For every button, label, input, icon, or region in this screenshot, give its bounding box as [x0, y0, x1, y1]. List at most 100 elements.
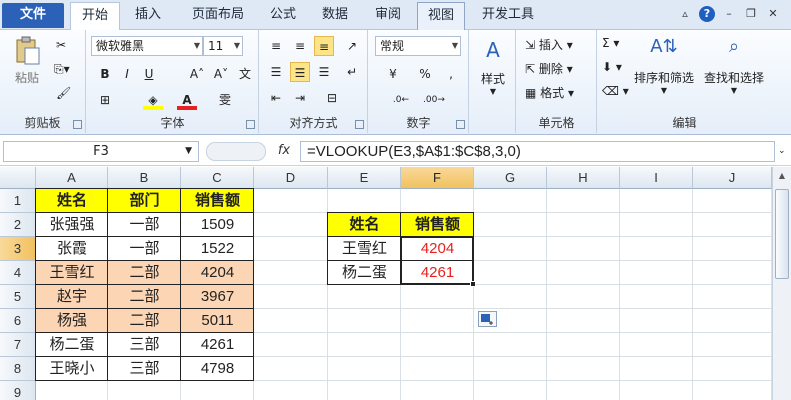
row-header-2[interactable]: 2 — [0, 213, 36, 237]
column-header-i[interactable]: I — [620, 167, 693, 189]
insert-function-button[interactable]: fx — [272, 141, 296, 162]
row-header-6[interactable]: 6 — [0, 309, 36, 333]
scroll-thumb[interactable] — [775, 189, 789, 279]
column-header-a[interactable]: A — [36, 167, 108, 189]
comma-button[interactable]: , — [441, 64, 461, 84]
tab-view[interactable]: 视图 — [417, 2, 465, 30]
decrease-decimal-button[interactable]: .00→ — [423, 90, 445, 110]
column-header-j[interactable]: J — [693, 167, 772, 189]
cell-border — [327, 236, 401, 261]
cell-border — [107, 188, 181, 213]
column-header-g[interactable]: G — [474, 167, 547, 189]
fill-handle[interactable] — [470, 281, 476, 287]
phonetic-button[interactable]: 文 — [235, 64, 255, 84]
close-icon[interactable]: ✕ — [765, 6, 781, 22]
format-cells-button[interactable]: ▦ 格式 ▾ — [525, 84, 574, 101]
align-right-button[interactable]: ☰ — [314, 62, 334, 82]
expand-formula-icon[interactable]: ⌄ — [778, 146, 786, 156]
bold-button[interactable]: B — [95, 64, 115, 84]
number-launcher-icon[interactable] — [456, 120, 465, 129]
tab-developer[interactable]: 开发工具 — [474, 2, 542, 30]
autofill-options-icon[interactable] — [478, 311, 497, 327]
wrap-text-button[interactable]: ↵ — [342, 62, 362, 82]
select-all-corner[interactable] — [0, 167, 36, 189]
font-color-button[interactable]: A — [177, 90, 197, 110]
row-header-5[interactable]: 5 — [0, 285, 36, 309]
align-bottom-button[interactable]: ≡ — [314, 36, 334, 56]
align-center-button[interactable]: ☰ — [290, 62, 310, 82]
copy-icon[interactable]: ⎘▾ — [54, 62, 70, 77]
column-header-f[interactable]: F — [401, 167, 474, 189]
chevron-down-icon: ▼ — [185, 146, 192, 156]
cell-border — [180, 308, 254, 333]
styles-button[interactable]: A 样式 ▼ — [476, 38, 510, 96]
cell-border — [327, 212, 401, 237]
number-format-combo[interactable]: 常规 ▼ — [375, 36, 461, 56]
tab-formulas[interactable]: 公式 — [262, 2, 304, 30]
percent-button[interactable]: % — [415, 64, 435, 84]
delete-cells-button[interactable]: ⇱ 删除 ▾ — [525, 60, 573, 77]
row-header-8[interactable]: 8 — [0, 357, 36, 381]
orientation-button[interactable]: ↗ — [342, 36, 362, 56]
row-header-4[interactable]: 4 — [0, 261, 36, 285]
tab-home[interactable]: 开始 — [70, 2, 120, 31]
tab-page-layout[interactable]: 页面布局 — [180, 2, 256, 30]
restore-icon[interactable]: ❐ — [743, 6, 759, 22]
format-painter-icon[interactable]: 🖌 — [56, 86, 71, 100]
wen-button[interactable]: 雯 — [215, 90, 235, 110]
column-header-c[interactable]: C — [181, 167, 254, 189]
formula-bar-handle[interactable] — [206, 142, 266, 161]
tab-file[interactable]: 文件 — [2, 3, 64, 28]
name-box[interactable]: F3 ▼ — [3, 141, 199, 162]
italic-button[interactable]: I — [117, 64, 137, 84]
grow-font-button[interactable]: A˄ — [187, 64, 207, 84]
sort-filter-button[interactable]: A⇅ 排序和筛选 ▼ — [630, 36, 698, 95]
scroll-up-icon[interactable]: ▲ — [775, 169, 789, 183]
find-select-button[interactable]: ⌕ 查找和选择 ▼ — [700, 36, 768, 95]
align-top-button[interactable]: ≡ — [266, 36, 286, 56]
column-header-d[interactable]: D — [254, 167, 328, 189]
column-header-b[interactable]: B — [108, 167, 181, 189]
help-icon[interactable]: ? — [699, 6, 715, 22]
borders-button[interactable]: ⊞ — [95, 90, 115, 110]
merge-center-button[interactable]: ⊟ — [322, 88, 342, 108]
row-header-9[interactable]: 9 — [0, 381, 36, 400]
cell-border — [180, 212, 254, 237]
tab-data[interactable]: 数据 — [312, 2, 358, 30]
row-header-3[interactable]: 3 — [0, 237, 36, 261]
column-header-e[interactable]: E — [328, 167, 401, 189]
fill-color-button[interactable]: ◈ — [143, 90, 163, 110]
currency-button[interactable]: ¥ — [383, 64, 403, 84]
insert-cells-button[interactable]: ⇲ 插入 ▾ — [525, 36, 573, 53]
underline-button[interactable]: U — [139, 64, 159, 84]
autosum-button[interactable]: Σ ▾ — [602, 36, 619, 50]
cell-border — [35, 236, 108, 261]
ribbon-collapse-icon[interactable]: ▵ — [677, 6, 693, 22]
cut-icon[interactable]: ✂ — [56, 38, 66, 52]
decrease-indent-button[interactable]: ⇤ — [266, 88, 286, 108]
minimize-icon[interactable]: – — [721, 6, 737, 22]
align-middle-button[interactable]: ≡ — [290, 36, 310, 56]
row-header-1[interactable]: 1 — [0, 189, 36, 213]
alignment-launcher-icon[interactable] — [355, 120, 364, 129]
font-name-combo[interactable]: 微软雅黑 ▼ — [91, 36, 203, 56]
vertical-scrollbar[interactable]: ▲ — [772, 167, 791, 400]
clear-button[interactable]: ⌫ ▾ — [602, 84, 629, 98]
align-left-button[interactable]: ☰ — [266, 62, 286, 82]
delete-cells-label: 删除 — [538, 62, 563, 76]
worksheet-grid[interactable]: A B C D E F G H I J 1 2 3 4 5 6 7 8 9 姓名 部门 销售额 张强强 一部 1509 张霞 一部 1… — [0, 167, 772, 400]
increase-indent-button[interactable]: ⇥ — [290, 88, 310, 108]
increase-decimal-button[interactable]: .0← — [391, 90, 411, 110]
font-size-combo[interactable]: 11 ▼ — [203, 36, 243, 56]
tab-review[interactable]: 审阅 — [366, 2, 410, 30]
tab-insert[interactable]: 插入 — [124, 2, 172, 30]
column-header-h[interactable]: H — [547, 167, 620, 189]
fill-button[interactable]: ⬇ ▾ — [602, 60, 622, 74]
shrink-font-button[interactable]: A˅ — [211, 64, 231, 84]
paste-button[interactable]: 粘贴 — [8, 36, 46, 86]
font-launcher-icon[interactable] — [246, 120, 255, 129]
formula-input[interactable]: =VLOOKUP(E3,$A$1:$C$8,3,0) — [300, 141, 775, 162]
number-label: 数字 — [406, 116, 431, 130]
row-header-7[interactable]: 7 — [0, 333, 36, 357]
clipboard-launcher-icon[interactable] — [73, 120, 82, 129]
